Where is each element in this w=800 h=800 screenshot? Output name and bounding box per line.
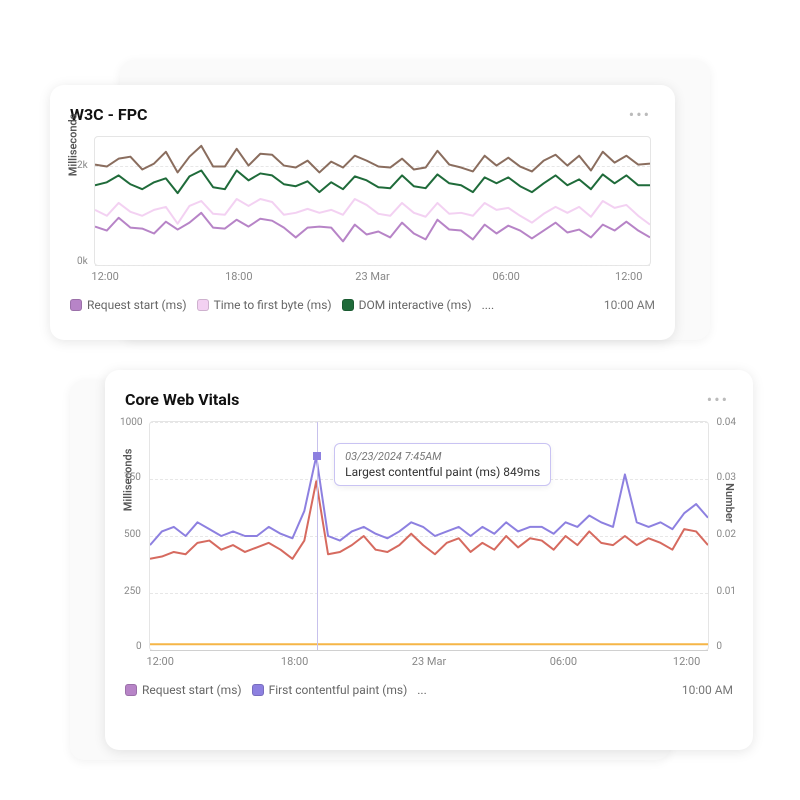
chart-w3c-fpc[interactable]: Milliseconds 2k 0k [94, 136, 651, 266]
legend: Request start (ms) Time to first byte (m… [70, 298, 655, 312]
legend-label: Request start (ms) [142, 683, 242, 697]
legend-more: .... [482, 298, 495, 312]
legend-item: Request start (ms) [125, 683, 242, 697]
y-tick: 750 [124, 472, 141, 483]
y-axis-label-right: Number [724, 483, 737, 523]
x-tick: 12:00 [146, 655, 173, 668]
card-header: W3C - FPC ••• [70, 103, 655, 126]
crosshair-marker-icon [313, 452, 321, 460]
x-tick: 06:00 [492, 270, 519, 283]
x-tick: 12:00 [615, 270, 642, 283]
card-title: W3C - FPC [70, 105, 147, 124]
legend-item: Request start (ms) [70, 298, 187, 312]
swatch-icon [70, 299, 82, 311]
swatch-icon [197, 299, 209, 311]
x-tick: 12:00 [91, 270, 118, 283]
x-tick: 12:00 [673, 655, 700, 668]
chart-tooltip: 03/23/2024 7:45AM Largest contentful pai… [334, 443, 551, 486]
tooltip-timestamp: 03/23/2024 7:45AM [345, 450, 540, 463]
y-tick-right: 0.04 [717, 417, 737, 428]
y-tick-right: 0 [716, 641, 722, 652]
legend-label: First contentful paint (ms) [269, 683, 408, 697]
card-core-web-vitals: Core Web Vitals ••• Milliseconds Number … [105, 370, 753, 750]
x-axis-ticks: 12:00 18:00 23 Mar 06:00 12:00 [149, 655, 709, 671]
swatch-icon [125, 684, 137, 696]
card-title: Core Web Vitals [125, 390, 239, 409]
x-tick: 23 Mar [355, 270, 389, 283]
x-tick: 06:00 [550, 655, 577, 668]
card-timestamp: 10:00 AM [604, 298, 655, 312]
x-tick: 18:00 [281, 655, 308, 668]
chart-core-web-vitals[interactable]: Milliseconds Number 1000 750 500 250 0 0… [149, 421, 709, 651]
legend-label: Request start (ms) [87, 298, 187, 312]
y-tick-right: 0.03 [717, 472, 737, 483]
y-tick: 500 [124, 529, 141, 540]
x-axis-ticks: 12:00 18:00 23 Mar 06:00 12:00 [94, 270, 651, 286]
legend-more: ... [417, 683, 427, 697]
swatch-icon [342, 299, 354, 311]
tooltip-value: Largest contentful paint (ms) 849ms [345, 465, 540, 479]
more-menu-icon[interactable]: ••• [625, 103, 655, 126]
card-w3c-fpc: W3C - FPC ••• Milliseconds 2k 0k 12:00 1… [50, 85, 675, 340]
y-tick: 0k [77, 256, 88, 267]
y-tick: 0 [136, 641, 142, 652]
line-chart-svg [95, 137, 650, 265]
legend-label: Time to first byte (ms) [214, 298, 332, 312]
y-tick: 250 [124, 586, 141, 597]
more-menu-icon[interactable]: ••• [703, 388, 733, 411]
y-tick-right: 0.02 [717, 529, 737, 540]
swatch-icon [252, 684, 264, 696]
card-header: Core Web Vitals ••• [125, 388, 733, 411]
y-tick: 1000 [120, 417, 142, 428]
legend-item: First contentful paint (ms) [252, 683, 408, 697]
legend-item: Time to first byte (ms) [197, 298, 332, 312]
y-tick-right: 0.01 [717, 586, 737, 597]
x-tick: 23 Mar [412, 655, 446, 668]
legend-item: DOM interactive (ms) [342, 298, 472, 312]
legend-label: DOM interactive (ms) [359, 298, 472, 312]
legend: Request start (ms) First contentful pain… [125, 683, 733, 697]
x-tick: 18:00 [225, 270, 252, 283]
card-timestamp: 10:00 AM [682, 683, 733, 697]
y-tick: 2k [77, 160, 88, 171]
